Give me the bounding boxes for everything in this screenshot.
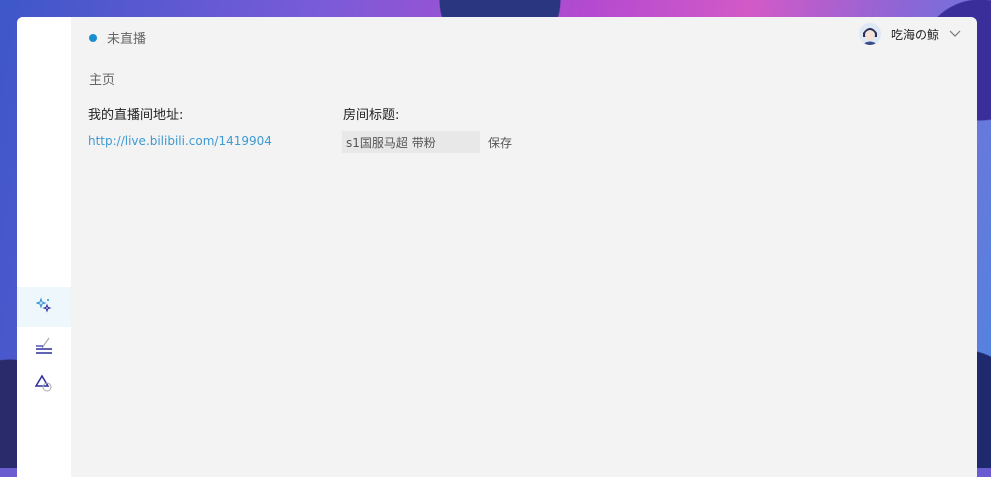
live-status: 未直播 (89, 28, 146, 47)
status-dot (89, 33, 97, 42)
chevron-down-icon[interactable] (949, 27, 961, 41)
app-window: 未直播 吃海の鲸 主页 我的直播间地址: 房间标题: http://live.b… (17, 17, 977, 477)
user-avatar (858, 23, 881, 45)
breadcrumb: 主页 (89, 73, 116, 88)
sparkle-icon (35, 297, 52, 317)
status-text: 未直播 (107, 32, 147, 47)
main-content: 未直播 吃海の鲸 主页 我的直播间地址: 房间标题: http://live.b… (71, 17, 977, 477)
sidebar-item-live[interactable] (17, 287, 71, 327)
username: 吃海の鲸 (890, 27, 939, 42)
room-title-label: 房间标题: (343, 108, 400, 123)
pen-edit-icon (34, 335, 54, 359)
sidebar-item-shapes[interactable] (17, 365, 71, 405)
room-url-link[interactable]: http://live.bilibili.com/1419904 (88, 134, 272, 148)
save-button[interactable]: 保存 (488, 134, 512, 151)
sidebar-item-edit[interactable] (17, 327, 71, 367)
triangle-circle-icon (34, 373, 54, 397)
sidebar (17, 17, 71, 477)
user-menu[interactable]: 吃海の鲸 (858, 23, 961, 45)
room-title-input[interactable] (342, 131, 480, 153)
room-url-label: 我的直播间地址: (88, 108, 184, 123)
